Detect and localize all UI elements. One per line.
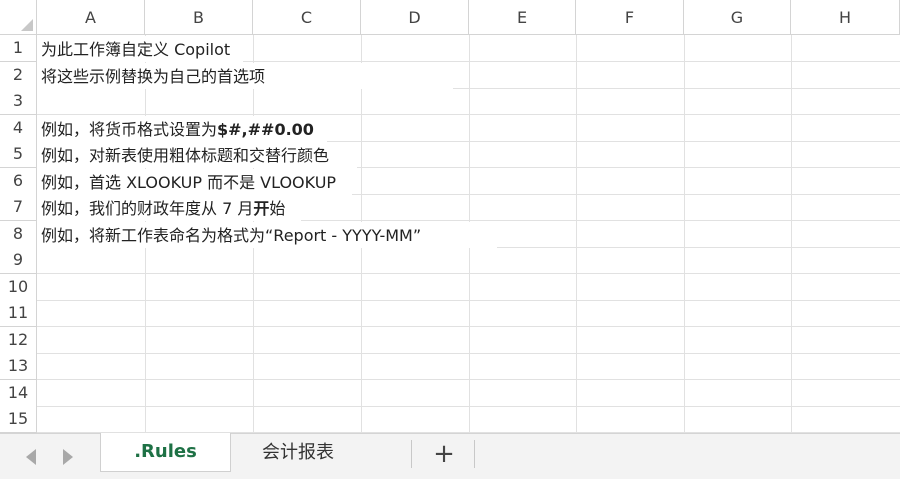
column-header-d[interactable]: D — [361, 0, 469, 35]
cell-a2[interactable]: 将这些示例替换为自己的首选项 — [37, 63, 453, 89]
gridline — [37, 300, 900, 301]
cell-a7-text: 例如，我们的财政年度从 7 月 — [41, 199, 254, 218]
cell-a5[interactable]: 例如，对新表使用粗体标题和交替行颜色 — [37, 142, 357, 168]
row-header-10[interactable]: 10 — [0, 274, 37, 301]
gridline — [684, 35, 685, 433]
column-header-f[interactable]: F — [576, 0, 684, 35]
sheet-tab-bar: .Rules 会计报表 + — [0, 433, 900, 479]
cell-a4-text: 例如，将货币格式设置为 — [41, 120, 218, 139]
row-header-11[interactable]: 11 — [0, 300, 37, 327]
cell-a7-bold: 开 — [253, 199, 270, 218]
gridline — [37, 406, 900, 407]
cell-a7-suffix: 始 — [269, 199, 286, 218]
sheet-tab-rules[interactable]: .Rules — [100, 433, 231, 472]
cell-a4[interactable]: 例如，将货币格式设置为$#,##0.00 — [37, 116, 327, 142]
row-header-8[interactable]: 8 — [0, 221, 37, 248]
column-header-a[interactable]: A — [37, 0, 145, 35]
cell-a8[interactable]: 例如，将新工作表命名为格式为“Report - YYYY-MM” — [37, 222, 497, 248]
row-header-13[interactable]: 13 — [0, 353, 37, 380]
row-header-4[interactable]: 4 — [0, 115, 37, 142]
row-header-6[interactable]: 6 — [0, 168, 37, 195]
sheet-tab-accounting-report[interactable]: 会计报表 — [232, 434, 364, 472]
gridline — [576, 35, 577, 433]
row-header-7[interactable]: 7 — [0, 194, 37, 221]
row-header-15[interactable]: 15 — [0, 406, 37, 433]
cell-a6[interactable]: 例如，首选 XLOOKUP 而不是 VLOOKUP — [37, 169, 352, 195]
triangle-left-icon — [26, 449, 36, 465]
add-sheet-button[interactable]: + — [424, 436, 464, 472]
currency-format-bold: $#,##0.00 — [217, 120, 314, 139]
cell-a1[interactable]: 为此工作簿自定义 Copilot — [37, 36, 243, 62]
next-sheet-button[interactable] — [57, 444, 79, 470]
tab-divider — [411, 440, 412, 468]
row-header-9[interactable]: 9 — [0, 247, 37, 274]
triangle-right-icon — [63, 449, 73, 465]
gridline — [37, 353, 900, 354]
row-header-2[interactable]: 2 — [0, 62, 37, 89]
column-header-h[interactable]: H — [791, 0, 900, 35]
select-all-icon — [21, 19, 33, 31]
cell-a7[interactable]: 例如，我们的财政年度从 7 月开始 — [37, 195, 301, 221]
select-all-corner[interactable] — [0, 0, 37, 35]
previous-sheet-button[interactable] — [20, 444, 42, 470]
gridline — [37, 326, 900, 327]
row-header-12[interactable]: 12 — [0, 327, 37, 354]
gridline — [37, 273, 900, 274]
column-header-e[interactable]: E — [469, 0, 576, 35]
gridline — [791, 35, 792, 433]
row-header-3[interactable]: 3 — [0, 88, 37, 115]
column-header-g[interactable]: G — [684, 0, 791, 35]
worksheet-grid: A B C D E F G H 1 2 3 4 5 6 7 8 9 10 11 … — [0, 0, 900, 433]
gridline — [37, 114, 900, 115]
row-header-1[interactable]: 1 — [0, 35, 37, 62]
column-header-b[interactable]: B — [145, 0, 253, 35]
tab-divider — [474, 440, 475, 468]
row-header-14[interactable]: 14 — [0, 380, 37, 407]
spreadsheet-app: A B C D E F G H 1 2 3 4 5 6 7 8 9 10 11 … — [0, 0, 900, 479]
column-header-c[interactable]: C — [253, 0, 361, 35]
gridline — [37, 379, 900, 380]
row-header-5[interactable]: 5 — [0, 141, 37, 168]
